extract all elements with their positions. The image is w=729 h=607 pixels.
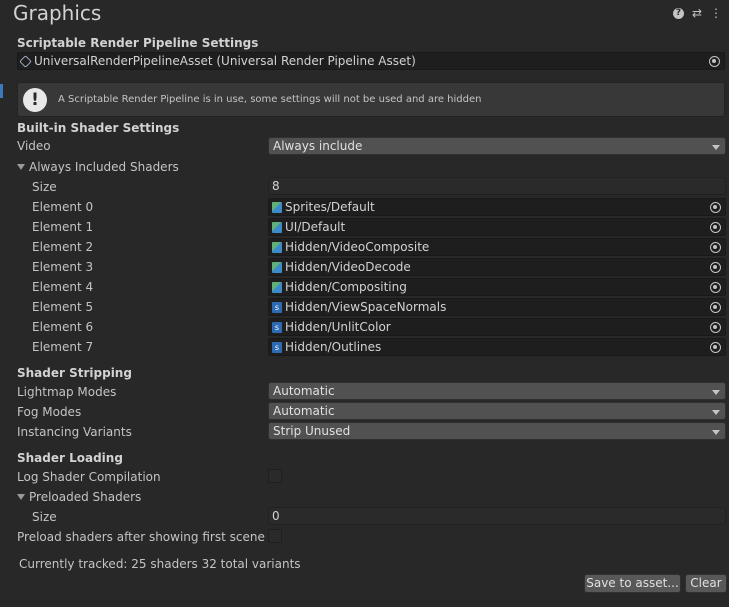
help-icon[interactable]: ? xyxy=(672,7,684,19)
preloaded-size-label: Size xyxy=(32,510,57,524)
element-shader-field[interactable]: s Hidden/ViewSpaceNormals xyxy=(268,298,726,316)
tracked-status: Currently tracked: 25 shaders 32 total v… xyxy=(19,557,301,571)
video-value: Always include xyxy=(273,139,363,153)
clear-button[interactable]: Clear xyxy=(685,574,727,593)
header-toolbar: ? ⇄ ⋮ xyxy=(672,6,722,20)
log-compilation-checkbox[interactable] xyxy=(268,469,282,483)
chevron-down-icon xyxy=(712,410,720,415)
preloaded-size-field[interactable]: 0 xyxy=(268,507,726,525)
preloaded-foldout[interactable]: Preloaded Shaders xyxy=(17,490,141,504)
element-shader-value: Hidden/Outlines xyxy=(285,340,382,354)
shader-code-icon: s xyxy=(272,321,282,333)
object-picker-icon[interactable] xyxy=(710,242,721,253)
log-compilation-label: Log Shader Compilation xyxy=(17,470,161,484)
element-shader-field[interactable]: Hidden/Compositing xyxy=(268,278,726,296)
preset-sliders-icon[interactable]: ⇄ xyxy=(692,6,702,20)
shadergraph-icon xyxy=(272,201,282,213)
instancing-label: Instancing Variants xyxy=(17,425,132,439)
srp-help-text: A Scriptable Render Pipeline is in use, … xyxy=(58,94,482,105)
builtin-section-title: Built-in Shader Settings xyxy=(17,121,180,135)
fog-label: Fog Modes xyxy=(17,405,82,419)
stripping-section-title: Shader Stripping xyxy=(17,366,132,380)
foldout-triangle-icon xyxy=(17,164,25,170)
element-label: Element 2 xyxy=(32,240,94,254)
object-picker-icon[interactable] xyxy=(710,222,721,233)
lightmap-label: Lightmap Modes xyxy=(17,385,117,399)
chevron-down-icon xyxy=(712,430,720,435)
object-picker-icon[interactable] xyxy=(710,322,721,333)
video-label: Video xyxy=(17,139,51,153)
element-shader-value: Hidden/ViewSpaceNormals xyxy=(285,300,447,314)
element-shader-field[interactable]: s Hidden/Outlines xyxy=(268,338,726,356)
warning-icon: ! xyxy=(23,87,47,112)
object-picker-icon[interactable] xyxy=(710,282,721,293)
instancing-dropdown[interactable]: Strip Unused xyxy=(268,422,726,440)
element-shader-field[interactable]: Sprites/Default xyxy=(268,198,726,216)
loading-section-title: Shader Loading xyxy=(17,451,123,465)
shader-code-icon: s xyxy=(272,301,282,313)
shader-code-icon: s xyxy=(272,341,282,353)
chevron-down-icon xyxy=(712,390,720,395)
srp-asset-field[interactable]: UniversalRenderPipelineAsset (Universal … xyxy=(17,52,725,70)
element-shader-value: UI/Default xyxy=(285,220,346,234)
object-picker-icon[interactable] xyxy=(710,342,721,353)
element-shader-value: Hidden/VideoDecode xyxy=(285,260,411,274)
object-picker-icon[interactable] xyxy=(710,202,721,213)
object-picker-icon[interactable] xyxy=(709,56,720,67)
chevron-down-icon xyxy=(712,145,720,150)
save-to-asset-button[interactable]: Save to asset... xyxy=(584,574,681,593)
always-size-field[interactable]: 8 xyxy=(268,177,726,195)
element-label: Element 4 xyxy=(32,280,94,294)
shadergraph-icon xyxy=(272,281,282,293)
element-label: Element 0 xyxy=(32,200,94,214)
video-dropdown[interactable]: Always include xyxy=(268,137,726,155)
always-included-foldout[interactable]: Always Included Shaders xyxy=(17,160,179,174)
element-label: Element 5 xyxy=(32,300,94,314)
preload-after-label: Preload shaders after showing first scen… xyxy=(17,530,265,544)
instancing-value: Strip Unused xyxy=(273,424,351,438)
element-shader-value: Hidden/UnlitColor xyxy=(285,320,391,334)
always-size-label: Size xyxy=(32,180,57,194)
element-shader-value: Sprites/Default xyxy=(285,200,375,214)
fog-value: Automatic xyxy=(273,404,335,418)
object-picker-icon[interactable] xyxy=(710,302,721,313)
more-vertical-icon[interactable]: ⋮ xyxy=(710,6,722,20)
element-shader-field[interactable]: Hidden/VideoComposite xyxy=(268,238,726,256)
element-label: Element 3 xyxy=(32,260,94,274)
element-shader-field[interactable]: Hidden/VideoDecode xyxy=(268,258,726,276)
shadergraph-icon xyxy=(272,221,282,233)
srp-section-title: Scriptable Render Pipeline Settings xyxy=(17,36,259,50)
lightmap-dropdown[interactable]: Automatic xyxy=(268,382,726,400)
element-label: Element 6 xyxy=(32,320,94,334)
lightmap-value: Automatic xyxy=(273,384,335,398)
object-picker-icon[interactable] xyxy=(710,262,721,273)
window-title: Graphics xyxy=(13,1,102,25)
srp-help-box: ! A Scriptable Render Pipeline is in use… xyxy=(17,82,725,117)
fog-dropdown[interactable]: Automatic xyxy=(268,402,726,420)
element-shader-field[interactable]: UI/Default xyxy=(268,218,726,236)
shadergraph-icon xyxy=(272,261,282,273)
preload-after-checkbox[interactable] xyxy=(268,529,282,543)
foldout-triangle-icon xyxy=(17,494,25,500)
element-shader-value: Hidden/VideoComposite xyxy=(285,240,430,254)
always-included-label: Always Included Shaders xyxy=(29,160,179,174)
shadergraph-icon xyxy=(272,241,282,253)
selection-accent xyxy=(0,84,3,98)
preloaded-label: Preloaded Shaders xyxy=(29,490,142,504)
element-shader-field[interactable]: s Hidden/UnlitColor xyxy=(268,318,726,336)
element-label: Element 1 xyxy=(32,220,94,234)
element-label: Element 7 xyxy=(32,340,94,354)
element-shader-value: Hidden/Compositing xyxy=(285,280,407,294)
srp-asset-value: UniversalRenderPipelineAsset (Universal … xyxy=(34,54,416,68)
render-pipeline-asset-icon xyxy=(19,54,32,68)
